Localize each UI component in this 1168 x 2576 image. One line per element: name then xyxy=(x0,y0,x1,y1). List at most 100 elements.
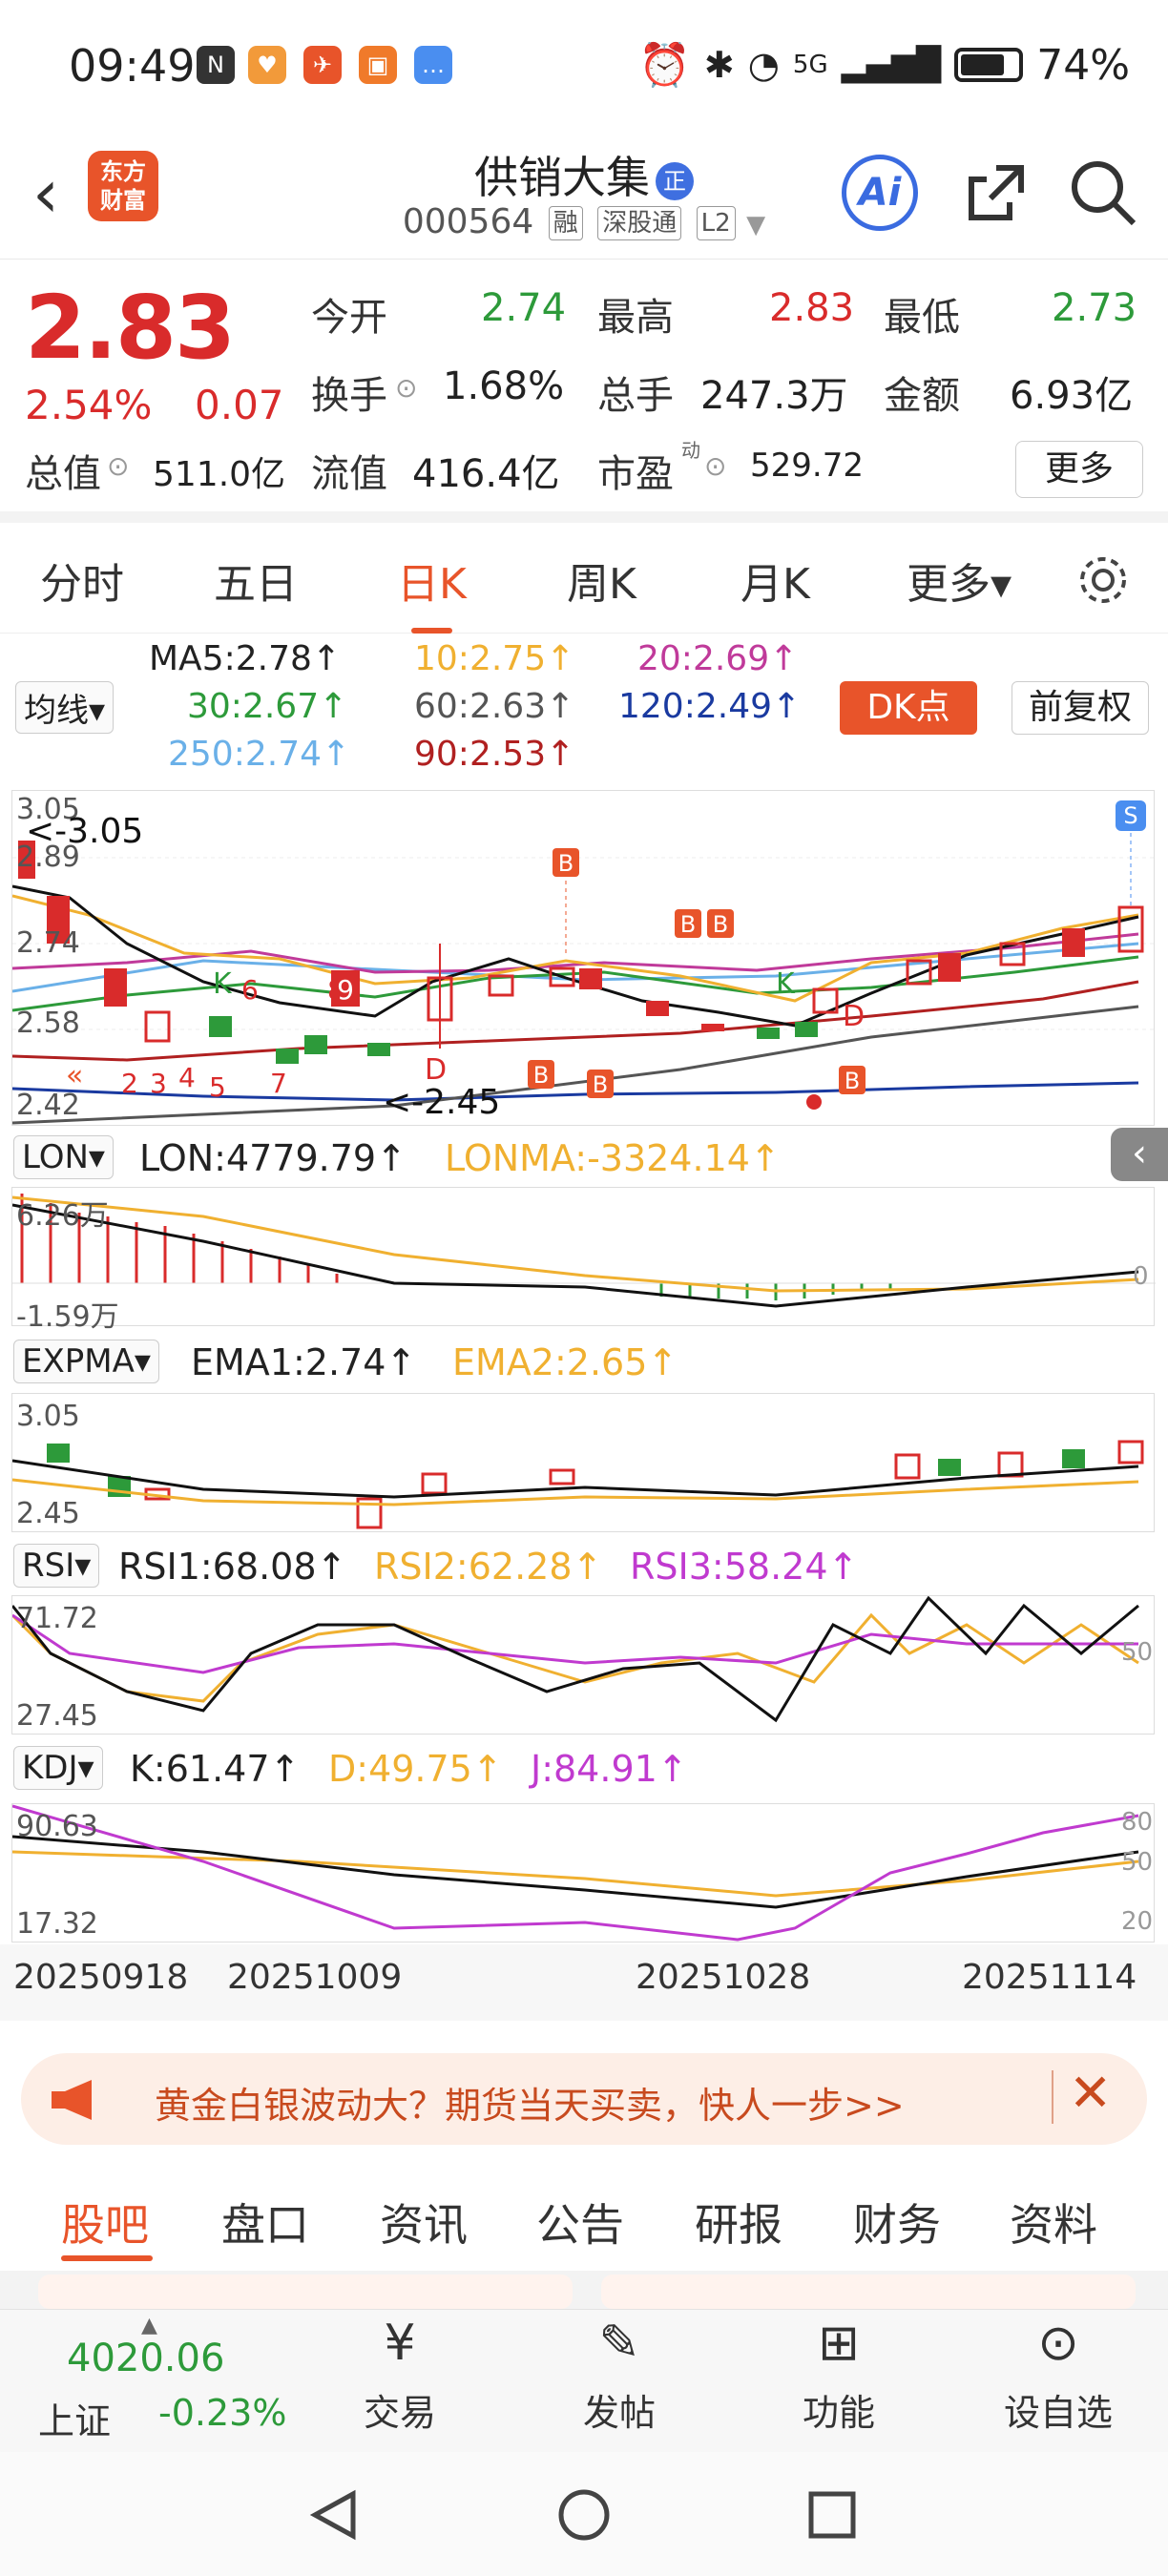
back-nav-icon[interactable] xyxy=(307,2488,361,2542)
y-tick: 50 xyxy=(1121,1638,1154,1667)
float-label: 流值 xyxy=(311,452,387,496)
tab-monthly-k[interactable]: 月K xyxy=(740,550,810,611)
divider xyxy=(1052,2070,1053,2124)
y-tick: 80 xyxy=(1121,1808,1154,1837)
ma-selector[interactable]: 均线▾ xyxy=(15,681,115,734)
wifi-icon: ◔ xyxy=(747,44,780,86)
home-nav-icon[interactable] xyxy=(557,2488,611,2542)
tag-margin: 融 xyxy=(548,206,583,240)
nfc-icon: N xyxy=(197,46,235,84)
y-tick: 6.26万 xyxy=(16,1199,109,1233)
y-tick: 27.45 xyxy=(16,1699,98,1733)
signal-icon: ▂▄▆█ xyxy=(841,46,942,84)
kline-chart[interactable]: B B B B B B 8 9 6 K K D D 2 3 4 5 7 « S … xyxy=(11,790,1156,1126)
tab-guba[interactable]: 股吧 xyxy=(61,2191,149,2254)
mcap-value: 511.0亿 xyxy=(153,455,286,494)
turnover-value: 1.68% xyxy=(443,364,565,408)
period-tabs: 分时 五日 日K 周K 月K 更多▾ xyxy=(0,523,1168,634)
lon-selector[interactable]: LON▾ xyxy=(13,1135,114,1179)
tab-daily-k[interactable]: 日K xyxy=(397,550,467,634)
expma-selector[interactable]: EXPMA▾ xyxy=(13,1340,159,1383)
y-tick: 2.45 xyxy=(16,1497,80,1530)
ai-button[interactable]: Ai xyxy=(842,155,918,231)
watchlist-label: 设自选 xyxy=(1003,2392,1113,2434)
index-value[interactable]: 4020.06 xyxy=(67,2337,224,2380)
svg-text:B: B xyxy=(558,850,574,877)
share-icon[interactable] xyxy=(958,155,1034,231)
info-icon[interactable]: ⊙ xyxy=(107,450,129,482)
svg-text:D: D xyxy=(425,1053,447,1087)
svg-text:6: 6 xyxy=(241,974,259,1006)
kdj-chart[interactable]: 90.63 17.32 80 50 20 xyxy=(11,1803,1155,1942)
svg-text:B: B xyxy=(845,1068,860,1094)
grid-icon: ⊞ xyxy=(818,2315,860,2372)
watchlist-button[interactable]: ⊙ 设自选 xyxy=(987,2315,1130,2436)
index-name: 上证 xyxy=(38,2400,112,2442)
chevron-down-icon[interactable]: ▼ xyxy=(746,211,765,239)
kdj-k-value: K:61.47↑ xyxy=(130,1748,301,1790)
trade-button[interactable]: ¥ 交易 xyxy=(328,2315,471,2436)
more-icon: ⊙ xyxy=(1037,2315,1079,2372)
more-button[interactable]: 更多 xyxy=(1015,441,1143,498)
trade-icon: ¥ xyxy=(384,2315,416,2372)
rsi-chart[interactable]: 71.72 27.45 50 xyxy=(11,1595,1155,1735)
y-tick: 0 xyxy=(1133,1262,1149,1291)
megaphone-icon xyxy=(52,2080,92,2120)
current-price: 2.83 xyxy=(25,277,236,379)
low-marker: <-2.45 xyxy=(383,1083,501,1122)
svg-text:5: 5 xyxy=(209,1071,226,1103)
stock-name: 供销大集 xyxy=(474,152,650,203)
rsi-selector[interactable]: RSI▾ xyxy=(13,1544,100,1588)
tab-finance[interactable]: 财务 xyxy=(853,2191,941,2254)
tab-profile[interactable]: 资料 xyxy=(1010,2191,1097,2254)
chevron-up-icon[interactable]: ▲ xyxy=(141,2314,157,2337)
y-tick: 20 xyxy=(1121,1907,1154,1936)
tab-weekly-k[interactable]: 周K xyxy=(567,550,636,611)
search-icon[interactable] xyxy=(1065,155,1141,231)
tab-announcements[interactable]: 公告 xyxy=(536,2191,624,2254)
battery-level: 74% xyxy=(1036,40,1130,90)
ma30-value: 30:2.67↑ xyxy=(187,687,348,726)
gear-icon[interactable] xyxy=(1074,551,1132,609)
ma-legend: MA5:2.78↑ 10:2.75↑ 20:2.69↑ 均线▾ 30:2.67↑… xyxy=(0,634,1168,786)
tab-intraday[interactable]: 分时 xyxy=(40,550,124,611)
close-icon[interactable]: ✕ xyxy=(1069,2063,1112,2123)
amount-value: 6.93亿 xyxy=(1010,374,1134,418)
dk-point-button[interactable]: DK点 xyxy=(840,681,977,735)
expma-header: EXPMA▾ EMA1:2.74↑ EMA2:2.65↑ xyxy=(0,1332,1168,1389)
recents-nav-icon[interactable] xyxy=(805,2488,859,2542)
functions-button[interactable]: ⊞ 功能 xyxy=(767,2315,910,2436)
info-icon[interactable]: ⊙ xyxy=(704,450,726,482)
info-icon[interactable]: ⊙ xyxy=(395,372,417,404)
promo-banner[interactable]: 黄金白银波动大？期货当天买卖，快人一步>> ✕ xyxy=(21,2053,1147,2145)
alarm-icon: ⏰ xyxy=(638,41,691,90)
date-label: 20251028 xyxy=(636,1958,811,1997)
high-value: 2.83 xyxy=(769,286,855,330)
lon-header: LON▾ LON:4779.79↑ LONMA:-3324.14↑ ‹ xyxy=(0,1128,1168,1185)
bottom-tab-bar: 股吧 盘口 资讯 公告 研报 财务 资料 xyxy=(0,2164,1168,2271)
tab-5day[interactable]: 五日 xyxy=(214,550,298,611)
y-tick: 2.42 xyxy=(16,1089,80,1122)
collapse-button[interactable]: ‹ xyxy=(1111,1128,1168,1181)
rsi3-value: RSI3:58.24↑ xyxy=(630,1546,859,1588)
y-tick: -1.59万 xyxy=(16,1300,119,1334)
expma-chart[interactable]: 3.05 2.45 xyxy=(11,1393,1155,1532)
lon-chart[interactable]: 6.26万 -1.59万 0 xyxy=(11,1187,1156,1334)
pe-value: 529.72 xyxy=(750,447,864,485)
tab-more[interactable]: 更多▾ xyxy=(907,550,1012,611)
stock-header: ‹ 东方 财富 供销大集正 000564 融 深股通 L2 ▼ Ai xyxy=(0,134,1168,260)
quote-panel: 2.83 2.54% 0.07 今开 2.74 最高 2.83 最低 2.73 … xyxy=(0,260,1168,523)
rsi1-value: RSI1:68.08↑ xyxy=(118,1546,347,1588)
tab-order-book[interactable]: 盘口 xyxy=(221,2191,309,2254)
kdj-selector[interactable]: KDJ▾ xyxy=(13,1746,103,1790)
post-label: 发帖 xyxy=(582,2392,656,2434)
rsi2-value: RSI2:62.28↑ xyxy=(374,1546,603,1588)
ma20-value: 20:2.69↑ xyxy=(637,639,799,678)
rsi-header: RSI▾ RSI1:68.08↑ RSI2:62.28↑ RSI3:58.24↑ xyxy=(0,1536,1168,1593)
adjust-mode-button[interactable]: 前复权 xyxy=(1012,681,1149,735)
edit-icon: ✎ xyxy=(598,2315,640,2372)
tab-news[interactable]: 资讯 xyxy=(380,2191,468,2254)
tab-research[interactable]: 研报 xyxy=(695,2191,782,2254)
svg-text:«: « xyxy=(66,1059,83,1092)
post-button[interactable]: ✎ 发帖 xyxy=(548,2315,691,2436)
